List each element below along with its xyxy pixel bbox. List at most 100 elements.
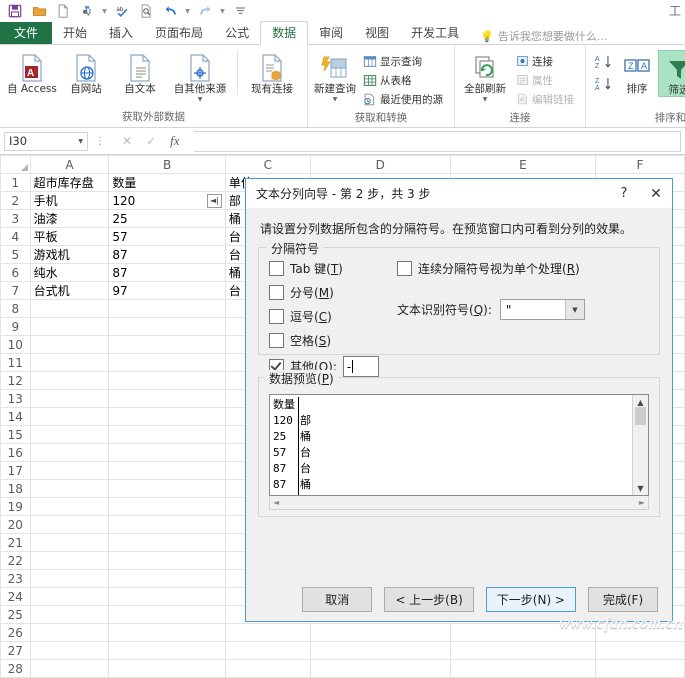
grid-cell[interactable] [30, 318, 109, 336]
grid-cell[interactable] [30, 516, 109, 534]
scroll-right-icon[interactable]: ► [639, 498, 645, 507]
row-header[interactable]: 24 [1, 588, 31, 606]
grid-cell[interactable] [109, 660, 226, 678]
grid-cell[interactable] [30, 624, 109, 642]
grid-cell[interactable] [109, 480, 226, 498]
checkbox-semicolon[interactable]: 分号(M) [269, 284, 379, 301]
grid-cell[interactable]: 油漆 [30, 210, 109, 228]
data-preview-pane[interactable]: 数量12025578787部桶台台桶 ▲ ▼ [269, 394, 649, 496]
grid-cell[interactable] [30, 588, 109, 606]
grid-cell[interactable]: 87 [109, 264, 226, 282]
grid-cell[interactable]: 台式机 [30, 282, 109, 300]
row-header[interactable]: 20 [1, 516, 31, 534]
row-header[interactable]: 22 [1, 552, 31, 570]
grid-cell[interactable] [109, 624, 226, 642]
checkbox-comma[interactable]: 逗号(C) [269, 308, 379, 325]
row-header[interactable]: 23 [1, 570, 31, 588]
grid-cell[interactable] [225, 624, 310, 642]
grid-cell[interactable] [30, 426, 109, 444]
save-icon[interactable] [4, 1, 26, 21]
grid-cell[interactable] [109, 642, 226, 660]
button-new-query[interactable]: 新建查询 ▼ [313, 50, 357, 103]
row-header[interactable]: 1 [1, 174, 31, 192]
redo-dropdown-icon[interactable]: ▼ [218, 1, 227, 21]
insert-function-icon[interactable]: fx [170, 133, 179, 149]
grid-cell[interactable] [225, 660, 310, 678]
grid-cell[interactable]: 87 [109, 246, 226, 264]
column-header-c[interactable]: C [225, 156, 310, 174]
next-button[interactable]: 下一步(N) > [486, 587, 576, 612]
grid-cell[interactable] [109, 498, 226, 516]
tab-formulas[interactable]: 公式 [214, 22, 260, 44]
name-box-resize-handle[interactable]: ⋮ [92, 136, 108, 147]
checkbox-space[interactable]: 空格(S) [269, 332, 379, 349]
scrollbar-thumb[interactable] [635, 407, 646, 425]
row-header[interactable]: 3 [1, 210, 31, 228]
grid-cell[interactable] [109, 354, 226, 372]
confirm-entry-icon[interactable]: ✓ [146, 134, 156, 148]
redo-icon[interactable] [194, 1, 216, 21]
grid-cell[interactable] [30, 408, 109, 426]
row-header[interactable]: 4 [1, 228, 31, 246]
column-header-f[interactable]: F [596, 156, 685, 174]
grid-cell[interactable]: 120◄| [109, 192, 226, 210]
row-header[interactable]: 26 [1, 624, 31, 642]
cancel-entry-icon[interactable]: ✕ [122, 134, 132, 148]
name-box[interactable]: I30 ▼ [4, 132, 88, 151]
grid-cell[interactable] [310, 642, 450, 660]
row-header[interactable]: 6 [1, 264, 31, 282]
select-all-corner[interactable] [1, 156, 31, 174]
grid-cell[interactable] [109, 588, 226, 606]
scroll-left-icon[interactable]: ◄ [273, 498, 279, 507]
grid-cell[interactable] [109, 336, 226, 354]
grid-cell[interactable] [30, 372, 109, 390]
button-filter[interactable]: 筛选 [658, 50, 685, 97]
grid-cell[interactable] [109, 462, 226, 480]
spelling-icon[interactable]: ab [111, 1, 133, 21]
button-refresh-all[interactable]: 全部刷新 ▼ [460, 50, 510, 103]
grid-cell[interactable]: 游戏机 [30, 246, 109, 264]
tab-home[interactable]: 开始 [52, 22, 98, 44]
row-header[interactable]: 14 [1, 408, 31, 426]
chevron-down-icon[interactable]: ▼ [565, 300, 584, 319]
filter-dropdown-icon[interactable]: ◄| [207, 194, 222, 208]
grid-cell[interactable] [450, 642, 595, 660]
format-painter-dropdown-icon[interactable]: ▼ [100, 1, 109, 21]
grid-cell[interactable] [109, 570, 226, 588]
grid-cell[interactable] [225, 642, 310, 660]
grid-cell[interactable] [30, 354, 109, 372]
grid-cell[interactable]: 25 [109, 210, 226, 228]
grid-cell[interactable] [30, 534, 109, 552]
row-header[interactable]: 12 [1, 372, 31, 390]
scroll-down-icon[interactable]: ▼ [637, 481, 643, 495]
chevron-down-icon[interactable]: ▼ [333, 96, 338, 103]
back-button[interactable]: < 上一步(B) [384, 587, 473, 612]
grid-cell[interactable] [30, 570, 109, 588]
chevron-down-icon[interactable]: ▼ [198, 96, 203, 103]
open-folder-icon[interactable] [28, 1, 50, 21]
row-header[interactable]: 25 [1, 606, 31, 624]
button-from-table[interactable]: 从表格 [360, 71, 446, 89]
grid-cell[interactable]: 57 [109, 228, 226, 246]
grid-cell[interactable] [109, 372, 226, 390]
grid-cell[interactable] [109, 606, 226, 624]
grid-cell[interactable] [109, 318, 226, 336]
row-header[interactable]: 11 [1, 354, 31, 372]
grid-cell[interactable] [310, 660, 450, 678]
preview-vertical-scrollbar[interactable]: ▲ ▼ [632, 395, 648, 495]
grid-cell[interactable]: 97 [109, 282, 226, 300]
formula-input[interactable] [194, 131, 681, 152]
finish-button[interactable]: 完成(F) [588, 587, 658, 612]
checkbox-consecutive-delimiters[interactable]: 连续分隔符号视为单个处理(R) [397, 260, 649, 277]
close-icon[interactable]: ✕ [640, 180, 672, 208]
grid-cell[interactable] [596, 642, 685, 660]
grid-cell[interactable]: 平板 [30, 228, 109, 246]
grid-cell[interactable] [30, 300, 109, 318]
grid-cell[interactable] [109, 426, 226, 444]
undo-icon[interactable] [159, 1, 181, 21]
cancel-button[interactable]: 取消 [302, 587, 372, 612]
undo-dropdown-icon[interactable]: ▼ [183, 1, 192, 21]
column-header-a[interactable]: A [30, 156, 109, 174]
column-header-e[interactable]: E [450, 156, 595, 174]
grid-cell[interactable] [30, 480, 109, 498]
